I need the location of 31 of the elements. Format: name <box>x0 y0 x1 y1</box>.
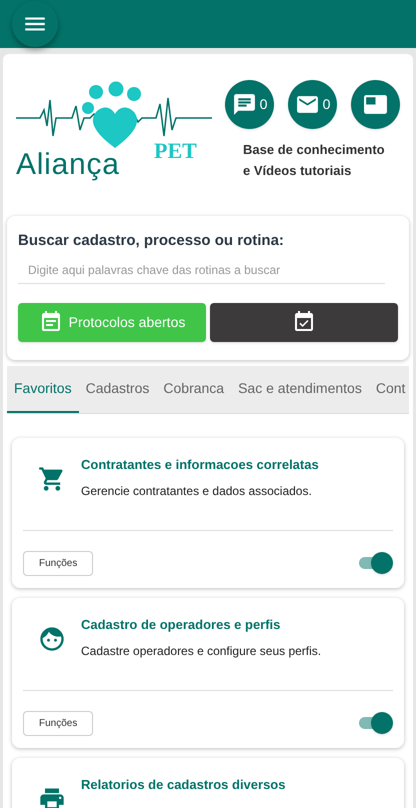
logo-wordmark: Aliança <box>16 150 120 180</box>
routine-card[interactable]: Cadastro de operadores e perfis Cadastre operadores e configure seus perfis. Funções <box>12 598 404 748</box>
panel-icon <box>363 92 388 117</box>
category-tab[interactable]: Cont <box>368 366 409 412</box>
category-tab[interactable]: Cobranca <box>156 366 232 412</box>
card-title: Cadastro de operadores e perfis <box>81 616 282 634</box>
calendar-button[interactable] <box>210 302 398 342</box>
card-description: Cadastre operadores e configure seus perfis. <box>81 643 322 660</box>
calendar-check-icon <box>292 310 316 334</box>
card-title: Contratantes e informacoes correlatas <box>81 456 319 474</box>
search-title: Buscar cadastro, processo ou rotina: <box>18 231 285 251</box>
knowledge-base-link[interactable]: Base de conhecimento e Vídeos tutoriais <box>235 139 385 181</box>
routine-card[interactable]: Contratantes e informacoes correlatas Gerencie contratantes e dados associados. Funções <box>12 438 404 588</box>
card-description: Gerencie contratantes e dados associados. <box>81 483 313 500</box>
functions-button[interactable]: Funções <box>23 550 94 576</box>
category-tab[interactable]: Sac e atendimentos <box>231 366 369 412</box>
face-icon <box>38 624 66 652</box>
routine-card[interactable]: Relatorios de cadastros diversos <box>12 758 404 808</box>
action-button[interactable]: 0 <box>288 80 337 129</box>
search-field[interactable]: Digite aqui palavras chave das rotinas a buscar <box>18 260 385 284</box>
menu-button[interactable] <box>12 1 58 47</box>
toggle-switch[interactable] <box>359 552 393 574</box>
category-tab[interactable]: Favoritos <box>7 366 79 412</box>
functions-button[interactable]: Funções <box>23 710 94 736</box>
category-tab[interactable]: Cadastros <box>78 366 156 412</box>
toggle-switch[interactable] <box>359 712 393 734</box>
card-title: Relatorios de cadastros diversos <box>81 776 286 794</box>
action-button[interactable] <box>351 80 400 129</box>
logo-suffix: PET <box>154 140 197 162</box>
chat-icon <box>232 92 257 117</box>
action-button[interactable]: 0 <box>225 80 274 129</box>
